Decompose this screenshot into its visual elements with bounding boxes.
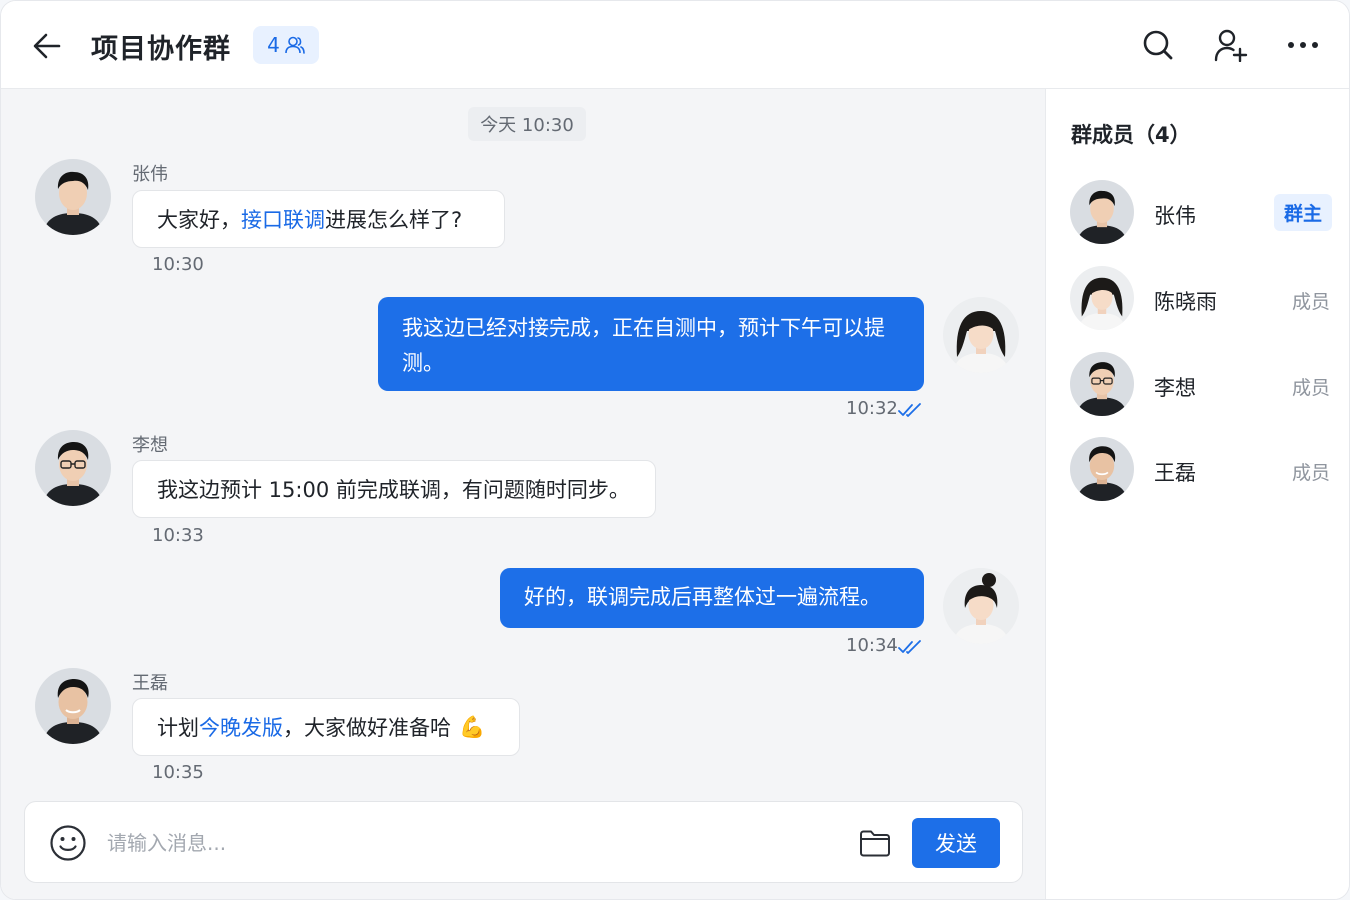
message-time: 10:32 — [846, 398, 898, 419]
member-item-lixiang[interactable]: 李想 成员 — [1070, 352, 1330, 418]
message-time: 10:33 — [152, 525, 204, 546]
avatar-wanglei[interactable] — [35, 668, 111, 744]
folder-icon[interactable] — [859, 828, 891, 858]
sender-name: 王磊 — [132, 673, 168, 694]
member-name: 王磊 — [1154, 461, 1196, 485]
members-panel: 群成员（4） 张伟 群主 陈晓雨 成员 李想 成员 王磊 成员 — [1046, 89, 1349, 899]
search-icon — [1143, 30, 1173, 60]
message-bubble[interactable]: 计划 今晚发版 ，大家做好准备哈 💪 — [132, 698, 520, 756]
add-member-button[interactable] — [1211, 25, 1251, 65]
message-mention[interactable]: 今晚发版 — [199, 712, 283, 742]
member-item-zhangwei[interactable]: 张伟 群主 — [1070, 180, 1332, 246]
avatar-self[interactable] — [943, 568, 1019, 644]
member-role: 成员 — [1291, 377, 1330, 399]
message-text: 大家好， — [157, 208, 241, 232]
people-icon — [285, 36, 305, 54]
back-button[interactable] — [29, 29, 65, 63]
avatar-lixiang[interactable] — [35, 430, 111, 506]
flexed-biceps-emoji: 💪 — [459, 714, 486, 739]
member-count-badge[interactable]: 4 — [253, 26, 319, 64]
more-icon — [1288, 42, 1318, 48]
chat-window: 项目协作群 4 今天 10:30 张伟 大家好， 接口联调 进展怎么样了? 10… — [0, 0, 1350, 900]
avatar — [1070, 266, 1134, 330]
message-text: 计划 — [157, 716, 199, 740]
avatar-self[interactable] — [943, 297, 1019, 373]
member-name: 张伟 — [1154, 204, 1196, 228]
group-title: 项目协作群 — [91, 34, 231, 65]
member-name: 李想 — [1154, 376, 1196, 400]
member-role: 成员 — [1291, 462, 1330, 484]
message-bubble-self[interactable]: 我这边已经对接完成，正在自测中，预计下午可以提测。 — [378, 297, 924, 391]
avatar-zhangwei[interactable] — [35, 159, 111, 235]
search-button[interactable] — [1138, 25, 1178, 65]
more-button[interactable] — [1283, 25, 1323, 65]
member-role: 成员 — [1291, 291, 1330, 313]
message-time: 10:35 — [152, 762, 204, 783]
avatar — [1070, 437, 1134, 501]
members-title: 群成员（4） — [1071, 123, 1191, 147]
message-time: 10:34 — [846, 635, 898, 656]
arrow-left-icon — [33, 33, 61, 59]
double-check-icon — [898, 640, 921, 654]
owner-badge: 群主 — [1273, 194, 1332, 231]
message-bubble[interactable]: 我这边预计 15:00 前完成联调，有问题随时同步。 — [132, 460, 656, 518]
message-bubble[interactable]: 大家好， 接口联调 进展怎么样了? — [132, 190, 505, 248]
sender-name: 李想 — [132, 435, 168, 456]
message-time: 10:30 — [152, 254, 204, 275]
member-count: 4 — [267, 33, 280, 57]
date-divider: 今天 10:30 — [468, 107, 586, 141]
member-item-wanglei[interactable]: 王磊 成员 — [1070, 437, 1330, 503]
avatar — [1070, 352, 1134, 416]
member-item-chenxiaoyu[interactable]: 陈晓雨 成员 — [1070, 266, 1330, 332]
add-user-icon — [1214, 29, 1248, 62]
member-name: 陈晓雨 — [1154, 290, 1217, 314]
avatar — [1070, 180, 1134, 244]
message-text: 进展怎么样了? — [325, 208, 463, 232]
message-input[interactable] — [107, 822, 827, 864]
emoji-icon[interactable] — [49, 824, 87, 862]
message-composer: 发送 — [24, 801, 1023, 883]
message-bubble-self[interactable]: 好的，联调完成后再整体过一遍流程。 — [500, 568, 924, 628]
sender-name: 张伟 — [132, 164, 168, 185]
message-text: ，大家做好准备哈 — [283, 716, 451, 740]
message-mention[interactable]: 接口联调 — [241, 204, 325, 234]
chat-header: 项目协作群 4 — [1, 1, 1349, 89]
double-check-icon — [898, 403, 921, 417]
send-button[interactable]: 发送 — [912, 818, 1000, 868]
